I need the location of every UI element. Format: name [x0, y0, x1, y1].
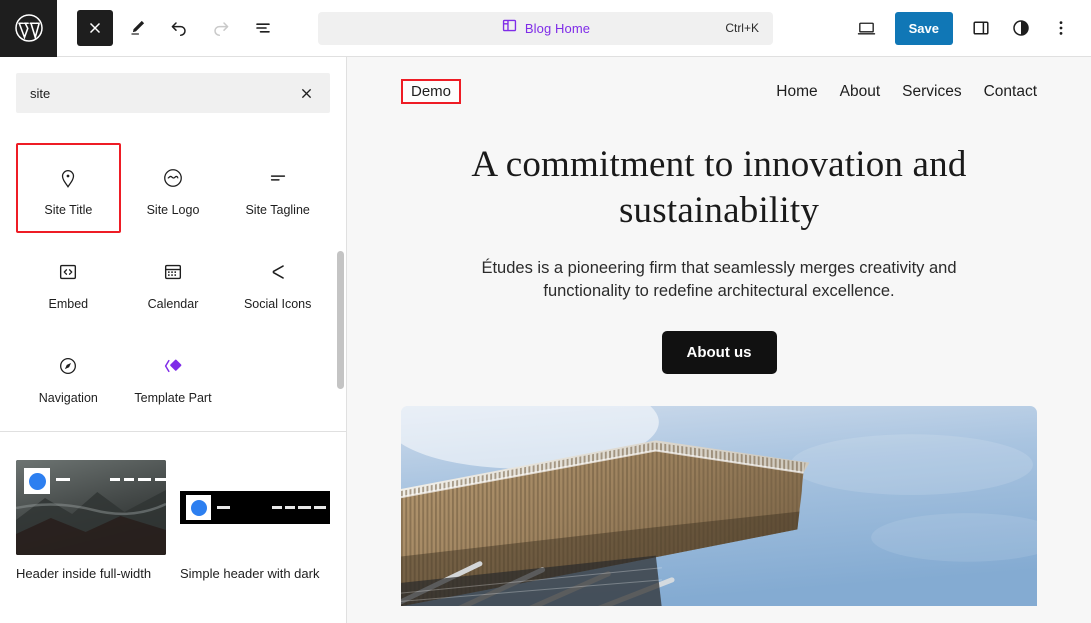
toolbar-right-group: Save: [849, 10, 1091, 46]
block-label: Calendar: [147, 297, 199, 311]
undo-arrow-icon[interactable]: [161, 10, 197, 46]
editor-toolbar: Blog Home Ctrl+K Save: [0, 0, 1091, 57]
block-item-social-icons[interactable]: Social Icons: [225, 237, 330, 327]
block-label: Template Part: [134, 391, 212, 405]
search-input[interactable]: [30, 85, 292, 101]
pattern-title-bar: [56, 478, 70, 481]
block-label: Site Logo: [146, 203, 200, 217]
pattern-nav-bar: [155, 478, 166, 481]
hero-paragraph[interactable]: Études is a pioneering firm that seamles…: [457, 257, 981, 305]
settings-sidebar-icon[interactable]: [963, 10, 999, 46]
pattern-nav-bar: [314, 506, 326, 509]
map-pin-icon: [57, 163, 79, 193]
block-list-scroll-area: Site Title Site Logo Site Tagline Embed …: [0, 123, 346, 421]
pattern-preview-thumbnail: [16, 460, 166, 555]
redo-arrow-icon[interactable]: [203, 10, 239, 46]
site-editor-canvas[interactable]: Demo Home About Services Contact A commi…: [347, 57, 1091, 623]
pattern-label: Simple header with dark: [180, 566, 320, 581]
hero-section: A commitment to innovation and sustainab…: [347, 104, 1091, 375]
more-options-icon[interactable]: [1043, 10, 1079, 46]
pattern-logo-placeholder: [24, 468, 50, 494]
styles-contrast-icon[interactable]: [1003, 10, 1039, 46]
close-icon[interactable]: [77, 10, 113, 46]
pencil-edit-icon[interactable]: [119, 10, 155, 46]
editor-body: Site Title Site Logo: [0, 57, 1091, 623]
pattern-dark-header-bar: [180, 491, 330, 524]
block-item-site-logo[interactable]: Site Logo: [121, 143, 226, 233]
block-label: Navigation: [38, 391, 98, 405]
site-title-block[interactable]: Demo: [401, 79, 462, 104]
template-layout-icon: [501, 17, 518, 39]
block-item-site-tagline[interactable]: Site Tagline: [225, 143, 330, 233]
command-bar-label: Blog Home: [524, 20, 591, 36]
pattern-nav-bar: [272, 506, 282, 509]
save-button[interactable]: Save: [894, 11, 953, 45]
nav-link-services[interactable]: Services: [902, 83, 961, 101]
site-logo-icon: [162, 163, 184, 193]
nav-link-about[interactable]: About: [840, 83, 881, 101]
block-item-navigation[interactable]: Navigation: [16, 331, 121, 421]
site-navigation: Home About Services Contact: [776, 83, 1037, 101]
nav-link-contact[interactable]: Contact: [984, 83, 1037, 101]
pattern-list: Header inside full-width Simple header w…: [0, 432, 346, 623]
clear-x-icon[interactable]: [292, 79, 320, 107]
block-inserter-sidebar: Site Title Site Logo: [0, 57, 347, 623]
nav-link-home[interactable]: Home: [776, 83, 817, 101]
embed-code-icon: [57, 257, 79, 287]
pattern-preview-thumbnail: [180, 460, 330, 555]
block-item-embed[interactable]: Embed: [16, 237, 121, 327]
pattern-nav-bar: [298, 506, 311, 509]
pattern-nav-bar: [124, 478, 134, 481]
block-label: Embed: [48, 297, 89, 311]
pattern-nav-bar: [110, 478, 120, 481]
hero-heading[interactable]: A commitment to innovation and sustainab…: [457, 142, 981, 235]
compass-icon: [57, 351, 79, 381]
pattern-item[interactable]: Simple header with dark: [180, 460, 330, 623]
share-icon: [267, 257, 289, 287]
pattern-label: Header inside full-width: [16, 566, 152, 581]
pattern-nav-bar: [138, 478, 151, 481]
list-view-icon[interactable]: [245, 10, 281, 46]
toolbar-left-group: [57, 10, 281, 46]
site-header: Demo Home About Services Contact: [347, 57, 1091, 104]
hero-architecture-image[interactable]: [401, 406, 1037, 607]
pattern-item[interactable]: Header inside full-width: [16, 460, 166, 623]
pattern-title-bar: [217, 506, 230, 509]
block-item-calendar[interactable]: Calendar: [121, 237, 226, 327]
block-label: Site Title: [44, 203, 93, 217]
tagline-lines-icon: [267, 163, 289, 193]
block-grid: Site Title Site Logo Site Tagline Embed …: [16, 143, 330, 421]
block-label: Social Icons: [243, 297, 312, 311]
block-item-template-part[interactable]: Template Part: [121, 331, 226, 421]
sidebar-scrollbar[interactable]: [337, 251, 344, 389]
block-item-site-title[interactable]: Site Title: [16, 143, 121, 233]
search-box[interactable]: [16, 73, 330, 113]
template-part-icon: [161, 351, 185, 381]
wordpress-logo-icon[interactable]: [0, 0, 57, 57]
about-us-button[interactable]: About us: [661, 331, 777, 375]
editor-root: Blog Home Ctrl+K Save site Site Title Si…: [0, 0, 1091, 623]
search-row: [0, 57, 346, 123]
pattern-logo-placeholder: [186, 495, 211, 520]
command-bar-shortcut: Ctrl+K: [725, 21, 759, 35]
command-bar[interactable]: Blog Home Ctrl+K: [318, 11, 773, 45]
block-label: Site Tagline: [245, 203, 310, 217]
calendar-icon: [162, 257, 184, 287]
desktop-preview-icon[interactable]: [849, 10, 885, 46]
pattern-nav-bar: [285, 506, 295, 509]
